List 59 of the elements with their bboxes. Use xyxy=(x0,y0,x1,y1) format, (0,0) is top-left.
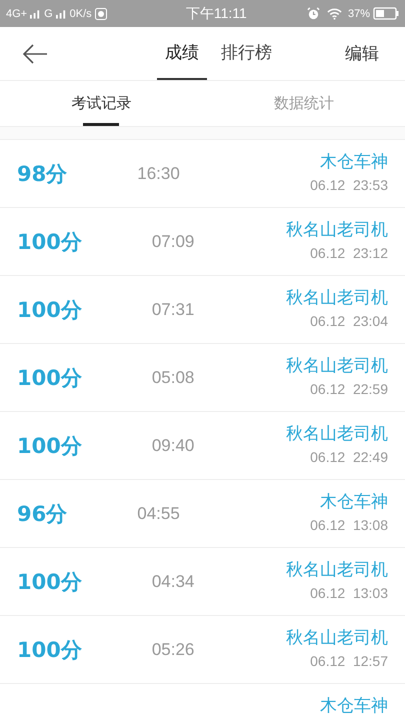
edit-button[interactable]: 编辑 xyxy=(339,41,385,66)
tab[interactable]: 数据统计 xyxy=(202,81,405,126)
date-time: 06.12 22:49 xyxy=(310,449,388,465)
user-name: 木仓车神 xyxy=(320,695,388,717)
speed-label: 0K/s xyxy=(70,8,92,20)
alarm-icon xyxy=(306,7,321,20)
record-row[interactable]: 100分 09:40 秋名山老司机 06.12 22:49 xyxy=(0,412,405,480)
record-row[interactable]: 100分 07:31 秋名山老司机 06.12 23:04 xyxy=(0,276,405,344)
user-name: 秋名山老司机 xyxy=(286,355,388,377)
record-row[interactable]: 98分 16:30 木仓车神 06.12 23:53 xyxy=(0,140,405,208)
user-name: 秋名山老司机 xyxy=(286,287,388,309)
network-label: 4G+ xyxy=(6,8,28,20)
duration: 16:30 xyxy=(137,164,180,184)
duration: 09:40 xyxy=(152,436,194,456)
tab[interactable]: 考试记录 xyxy=(0,81,202,126)
app-icon xyxy=(94,8,107,20)
score: 100分 xyxy=(17,568,82,596)
duration: 04:34 xyxy=(152,572,194,592)
user-name: 木仓车神 xyxy=(320,151,388,173)
score: 98分 xyxy=(17,160,68,188)
date-time: 06.12 13:08 xyxy=(310,517,388,533)
user-name: 秋名山老司机 xyxy=(286,423,388,445)
record-row[interactable]: 100分 04:34 秋名山老司机 06.12 13:03 xyxy=(0,548,405,616)
date-time: 06.12 22:59 xyxy=(310,381,388,397)
duration: 05:08 xyxy=(152,368,194,388)
record-row[interactable]: 100分 07:09 秋名山老司机 06.12 23:12 xyxy=(0,208,405,276)
score: 100分 xyxy=(17,432,82,460)
date-time: 06.12 12:57 xyxy=(310,653,388,669)
date-time: 06.12 23:12 xyxy=(310,245,388,261)
record-row[interactable]: 96分 04:55 木仓车神 06.12 13:08 xyxy=(0,480,405,548)
date-time: 06.12 13:03 xyxy=(310,585,388,601)
duration: 05:26 xyxy=(152,640,194,660)
record-row[interactable]: 100分 05:26 秋名山老司机 06.12 12:57 xyxy=(0,616,405,684)
battery-label: 37% xyxy=(348,8,370,20)
signal-icon xyxy=(30,8,42,18)
record-row[interactable]: 木仓车神 xyxy=(0,684,405,720)
network-label: G xyxy=(44,8,53,20)
user-name: 秋名山老司机 xyxy=(286,219,388,241)
tab[interactable]: 排行榜 xyxy=(213,27,280,80)
date-time: 06.12 23:53 xyxy=(310,177,388,193)
user-name: 秋名山老司机 xyxy=(286,627,388,649)
duration: 07:09 xyxy=(152,232,194,252)
score: 100分 xyxy=(17,636,82,664)
clock: 下午11:11 xyxy=(186,4,247,22)
date-time: 06.12 23:04 xyxy=(310,313,388,329)
battery-icon xyxy=(373,7,399,20)
user-name: 秋名山老司机 xyxy=(286,559,388,581)
record-row[interactable]: 100分 05:08 秋名山老司机 06.12 22:59 xyxy=(0,344,405,412)
signal-icon xyxy=(56,8,67,18)
duration: 07:31 xyxy=(152,300,194,320)
user-name: 木仓车神 xyxy=(320,491,388,513)
score: 100分 xyxy=(17,364,82,392)
duration: 04:55 xyxy=(137,504,180,524)
score: 100分 xyxy=(17,228,82,256)
score: 96分 xyxy=(17,500,68,528)
back-icon[interactable] xyxy=(22,44,48,64)
tab[interactable]: 成绩 xyxy=(157,27,207,80)
score: 100分 xyxy=(17,296,82,324)
wifi-icon xyxy=(326,7,342,20)
